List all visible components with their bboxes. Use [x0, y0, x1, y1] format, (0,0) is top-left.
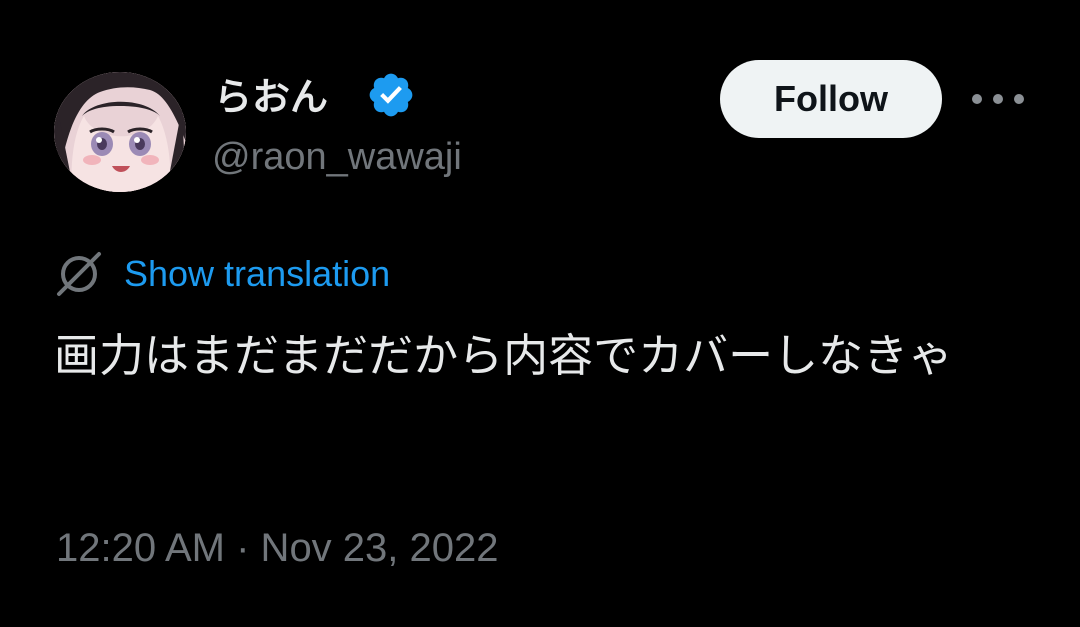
- more-dot: [1014, 94, 1024, 104]
- follow-button[interactable]: Follow: [720, 60, 942, 138]
- show-translation-link[interactable]: Show translation: [124, 253, 390, 295]
- display-name[interactable]: らおん: [214, 66, 328, 121]
- translation-row: Show translation: [54, 246, 390, 302]
- more-dot: [993, 94, 1003, 104]
- more-options-icon[interactable]: [972, 82, 1024, 116]
- globe-slash-icon: [57, 252, 101, 296]
- tweet-timestamp[interactable]: 12:20 AM · Nov 23, 2022: [56, 526, 499, 571]
- tweet-card: らおん @raon_wawaji Follow Show translation…: [0, 0, 1080, 627]
- avatar[interactable]: [54, 72, 186, 192]
- tweet-text: 画力はまだまだだから内容でカバーしなきゃ: [54, 329, 954, 382]
- more-dot: [972, 94, 982, 104]
- author-handle[interactable]: @raon_wawaji: [212, 136, 462, 179]
- verified-badge-icon: [369, 73, 413, 117]
